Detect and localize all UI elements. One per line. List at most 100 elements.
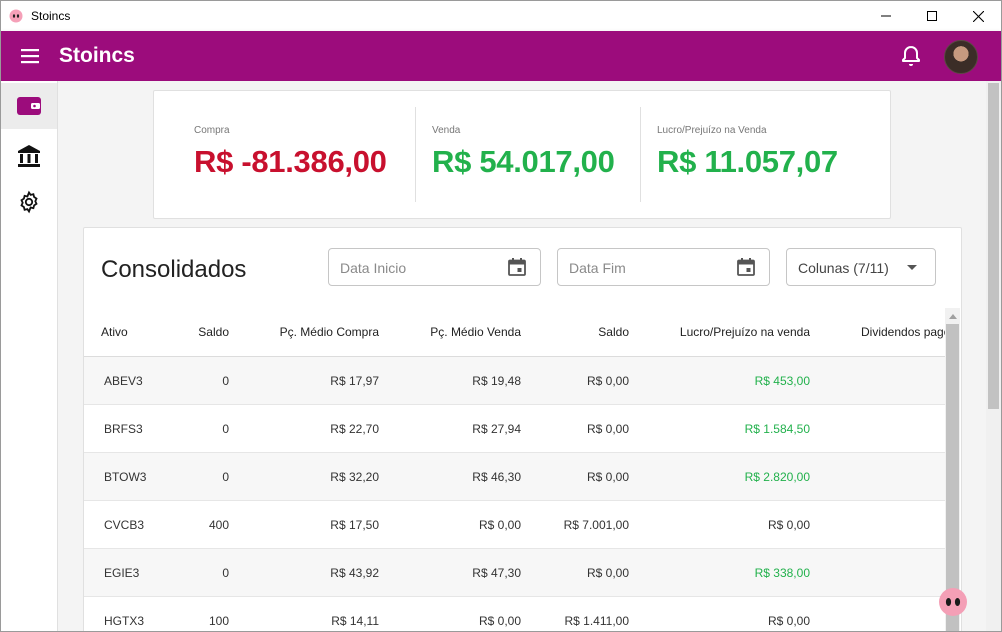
scrollbar-thumb[interactable] xyxy=(988,83,999,409)
table-cell: R$ 43,92 xyxy=(229,548,379,597)
table-cell: R$ 0,00 xyxy=(629,500,810,549)
sidebar xyxy=(1,81,58,631)
pig-icon[interactable] xyxy=(938,587,968,617)
pig-app-icon xyxy=(9,9,23,23)
column-header[interactable]: Dividendos pagos xyxy=(810,308,945,357)
table-header-row: Ativo Saldo Pç. Médio Compra Pç. Médio V… xyxy=(84,308,945,357)
sidebar-item-wallet[interactable] xyxy=(1,83,57,129)
consolidados-table: Ativo Saldo Pç. Médio Compra Pç. Médio V… xyxy=(84,308,945,631)
table-cell: R$ 0,00 xyxy=(810,356,945,405)
divider xyxy=(640,107,641,202)
table-cell: EGIE3 xyxy=(84,548,164,597)
table-cell: R$ 0,00 xyxy=(810,452,945,501)
calendar-icon[interactable] xyxy=(507,257,527,277)
column-header[interactable]: Ativo xyxy=(84,308,164,357)
table-cell: BTOW3 xyxy=(84,452,164,501)
table-row[interactable]: ABEV30R$ 17,97R$ 19,48R$ 0,00R$ 453,00R$… xyxy=(84,356,945,405)
table-cell: R$ 453,00 xyxy=(629,356,810,405)
minimize-icon xyxy=(881,15,891,17)
window-scrollbar[interactable] xyxy=(986,81,1001,631)
close-button[interactable] xyxy=(955,1,1001,31)
main-content: Compra R$ -81.386,00 Venda R$ 54.017,00 … xyxy=(58,81,986,631)
maximize-button[interactable] xyxy=(909,1,955,31)
gear-icon xyxy=(20,190,38,214)
stat-lucro-label: Lucro/Prejuízo na Venda xyxy=(657,125,767,136)
table-cell: R$ 1.411,00 xyxy=(521,596,629,631)
stat-venda-value: R$ 54.017,00 xyxy=(432,144,615,179)
table-cell: R$ 19,48 xyxy=(379,356,521,405)
table-cell: R$ 47,30 xyxy=(379,548,521,597)
table-row[interactable]: HGTX3 100 R$ 14,11 R$ 0,00 R$ 1.411,00 R$ 0,0… xyxy=(84,596,945,631)
close-icon xyxy=(972,10,984,22)
chevron-down-icon xyxy=(907,265,917,270)
table-cell: 0 xyxy=(164,452,229,501)
stat-venda-label: Venda xyxy=(432,125,461,136)
menu-icon[interactable] xyxy=(19,46,41,66)
brand-title: Stoincs xyxy=(59,44,135,67)
table-scrollbar[interactable] xyxy=(945,308,960,631)
table-cell: R$ 14,11 xyxy=(229,596,379,631)
table-cell: R$ 0,00 xyxy=(521,404,629,453)
column-header[interactable]: Saldo xyxy=(164,308,229,357)
calendar-icon[interactable] xyxy=(736,257,756,277)
data-fim-field[interactable]: Data Fim xyxy=(557,248,770,286)
divider xyxy=(415,107,416,202)
table-cell: R$ 7.001,00 xyxy=(521,500,629,549)
table-cell: BRFS3 xyxy=(84,404,164,453)
scroll-up-arrow-icon[interactable] xyxy=(949,314,957,319)
table-cell: R$ 0,00 xyxy=(629,596,810,631)
stat-lucro-value: R$ 11.057,07 xyxy=(657,144,838,179)
table-cell: R$ 46,30 xyxy=(379,452,521,501)
table-cell: 400 xyxy=(164,500,229,549)
table-cell: R$ 17,50 xyxy=(229,500,379,549)
column-header[interactable]: Pç. Médio Venda xyxy=(379,308,521,357)
bell-icon[interactable] xyxy=(899,44,923,68)
table-cell: 0 xyxy=(164,356,229,405)
wallet-icon xyxy=(17,97,41,115)
maximize-icon xyxy=(927,11,937,21)
column-header[interactable]: Lucro/Prejuízo na venda xyxy=(629,308,810,357)
colunas-select[interactable]: Colunas (7/11) xyxy=(786,248,936,286)
table-cell: R$ 32,20 xyxy=(229,452,379,501)
title-bar: Stoincs xyxy=(1,1,1001,31)
table-cell: R$ 0,00 xyxy=(810,404,945,453)
app-window: Stoincs Stoincs Compra R$ -81.386,00 Ven… xyxy=(0,0,1002,632)
table-cell: R$ 17,97 xyxy=(229,356,379,405)
stat-compra-label: Compra xyxy=(194,125,230,136)
app-bar: Stoincs xyxy=(1,31,1001,81)
bank-icon xyxy=(18,145,40,167)
table-cell: R$ 0,00 xyxy=(810,500,945,549)
summary-card: Compra R$ -81.386,00 Venda R$ 54.017,00 … xyxy=(153,90,891,219)
table-row[interactable]: EGIE30R$ 43,92R$ 47,30R$ 0,00R$ 338,00R$… xyxy=(84,548,945,597)
data-inicio-placeholder: Data Inicio xyxy=(340,260,407,276)
table-cell: R$ 0,00 xyxy=(521,548,629,597)
column-header[interactable]: Pç. Médio Compra xyxy=(229,308,379,357)
data-fim-placeholder: Data Fim xyxy=(569,260,626,276)
sidebar-item-bank[interactable] xyxy=(1,133,57,179)
minimize-button[interactable] xyxy=(863,1,909,31)
table-cell: CVCB3 xyxy=(84,500,164,549)
table-cell: 100 xyxy=(164,596,229,631)
consolidados-table-wrapper: Ativo Saldo Pç. Médio Compra Pç. Médio V… xyxy=(84,308,945,631)
stat-compra-value: R$ -81.386,00 xyxy=(194,144,387,179)
table-cell: HGTX3 xyxy=(84,596,164,631)
scrollbar-thumb[interactable] xyxy=(946,324,959,631)
card-title: Consolidados xyxy=(101,256,247,283)
table-cell: R$ 338,00 xyxy=(629,548,810,597)
table-cell: R$ 0,00 xyxy=(379,500,521,549)
table-cell: R$ 1.584,50 xyxy=(629,404,810,453)
table-cell: R$ 36,80 xyxy=(810,548,945,597)
table-row[interactable]: BTOW3 0 R$ 32,20 R$ 46,30 R$ 0,00 R$ 2.820,00… xyxy=(84,452,945,501)
table-cell: R$ 18,00 xyxy=(810,596,945,631)
window-title: Stoincs xyxy=(31,9,71,23)
sidebar-item-settings[interactable] xyxy=(1,179,57,225)
table-row[interactable]: CVCB3 400 R$ 17,50 R$ 0,00 R$ 7.001,00 R$ 0,0… xyxy=(84,500,945,549)
column-header[interactable]: Saldo xyxy=(521,308,629,357)
data-inicio-field[interactable]: Data Inicio xyxy=(328,248,541,286)
table-cell: R$ 22,70 xyxy=(229,404,379,453)
table-cell: 0 xyxy=(164,548,229,597)
table-row[interactable]: BRFS3 0 R$ 22,70 R$ 27,94 R$ 0,00 R$ 1.584,50… xyxy=(84,404,945,453)
consolidados-card: Consolidados Data Inicio Data Fim Coluna… xyxy=(83,227,962,631)
colunas-select-label: Colunas (7/11) xyxy=(798,260,889,276)
user-avatar[interactable] xyxy=(944,40,978,74)
